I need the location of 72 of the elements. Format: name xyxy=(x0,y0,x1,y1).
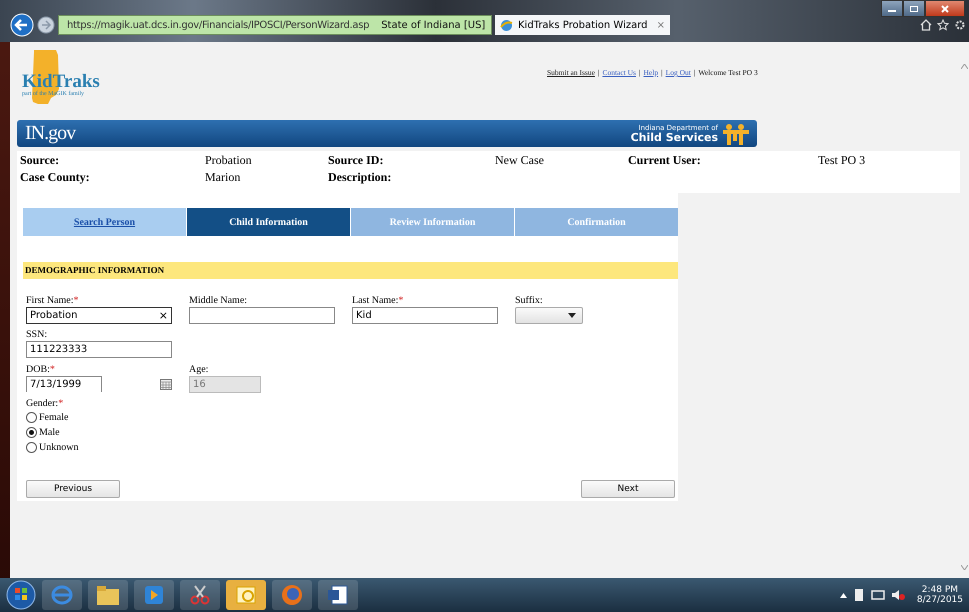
settings-icon[interactable] xyxy=(954,19,966,31)
radio-option[interactable]: Unknown xyxy=(26,440,678,455)
field-label: DOB: xyxy=(26,364,50,375)
device-icon[interactable] xyxy=(852,588,865,602)
clock-time: 2:48 PM xyxy=(922,585,958,595)
nav-button[interactable]: Next xyxy=(581,480,675,498)
field-label: First Name: xyxy=(26,295,74,306)
tray-expand-icon[interactable] xyxy=(840,592,847,598)
family-icon xyxy=(721,122,749,144)
department-name: Child Services xyxy=(630,132,718,142)
text-field[interactable]: Probation × xyxy=(26,307,172,324)
folder-icon[interactable] xyxy=(96,584,120,606)
network-icon[interactable] xyxy=(870,589,885,601)
clock-date: 8/27/2015 xyxy=(916,595,963,605)
document-app-icon[interactable] xyxy=(327,584,349,606)
start-button[interactable] xyxy=(6,580,36,610)
wizard-step-tab[interactable]: Search Person xyxy=(23,208,186,236)
wizard-step-tab[interactable]: Child Information xyxy=(187,208,350,236)
info-label: Description: xyxy=(328,170,392,185)
text-field[interactable]: 111223333 xyxy=(26,341,172,358)
browser-tab[interactable]: KidTraks Probation Wizard × xyxy=(495,15,670,35)
tab-close-button[interactable]: × xyxy=(656,20,665,30)
close-button[interactable] xyxy=(925,0,965,17)
text-field[interactable]: Kid xyxy=(352,307,498,324)
field-label: SSN: xyxy=(26,329,48,340)
field-label: Suffix: xyxy=(515,295,543,306)
media-player-icon[interactable] xyxy=(143,584,165,606)
page-icon xyxy=(500,18,513,32)
info-label: Case County: xyxy=(20,170,91,185)
required-mark: * xyxy=(50,364,55,375)
text-field[interactable] xyxy=(189,307,335,324)
radio-button[interactable] xyxy=(26,412,37,423)
speaker-muted-icon[interactable] xyxy=(890,589,905,601)
nav-button[interactable]: Previous xyxy=(26,480,120,498)
radio-option[interactable]: Female xyxy=(26,410,678,425)
calendar-icon[interactable] xyxy=(160,378,172,390)
field-label: Age: xyxy=(189,364,208,375)
info-label: Current User: xyxy=(628,153,702,168)
scroll-up-icon[interactable] xyxy=(961,64,968,69)
address-bar[interactable]: https://magik.uat.dcs.in.gov/Financials/IPOSCI/PersonWizard.asp State of Indiana [US] xyxy=(58,15,492,35)
scroll-down-icon[interactable] xyxy=(961,565,968,570)
info-value: New Case xyxy=(495,153,545,168)
globe-app-icon[interactable] xyxy=(281,584,303,606)
required-mark: * xyxy=(398,295,404,306)
radio-button[interactable] xyxy=(26,427,37,438)
required-mark: * xyxy=(74,295,78,306)
info-value: Test PO 3 xyxy=(818,153,866,168)
info-value: Marion xyxy=(205,170,242,185)
field-label: Gender: xyxy=(26,398,58,409)
info-label: Source: xyxy=(20,153,60,168)
url-text: https://magik.uat.dcs.in.gov/Financials/IPOSCI/PersonWizard.asp xyxy=(67,20,370,30)
banner-logo-text: IN.gov xyxy=(25,122,76,145)
field-label: Last Name: xyxy=(352,295,398,306)
star-icon[interactable] xyxy=(937,19,949,31)
minimize-button[interactable] xyxy=(881,0,903,17)
close-icon xyxy=(940,4,950,12)
radio-button[interactable] xyxy=(26,442,37,453)
required-mark: * xyxy=(58,398,64,409)
home-icon[interactable] xyxy=(920,19,932,31)
date-field[interactable]: 7/13/1999 xyxy=(26,376,102,392)
maximize-icon xyxy=(909,4,919,12)
clear-button[interactable]: × xyxy=(158,309,168,322)
info-label: Source ID: xyxy=(328,153,384,168)
dropdown-caret-icon xyxy=(568,313,576,318)
section-header: DEMOGRAPHIC INFORMATION xyxy=(23,262,678,279)
info-value: Probation xyxy=(205,153,253,168)
scissors-icon[interactable] xyxy=(189,584,211,606)
field-label: Middle Name: xyxy=(189,295,248,306)
security-label: State of Indiana [US] xyxy=(381,20,486,30)
maximize-button[interactable] xyxy=(903,0,925,17)
radio-option[interactable]: Male xyxy=(26,425,678,440)
tab-title: KidTraks Probation Wizard xyxy=(518,20,648,30)
